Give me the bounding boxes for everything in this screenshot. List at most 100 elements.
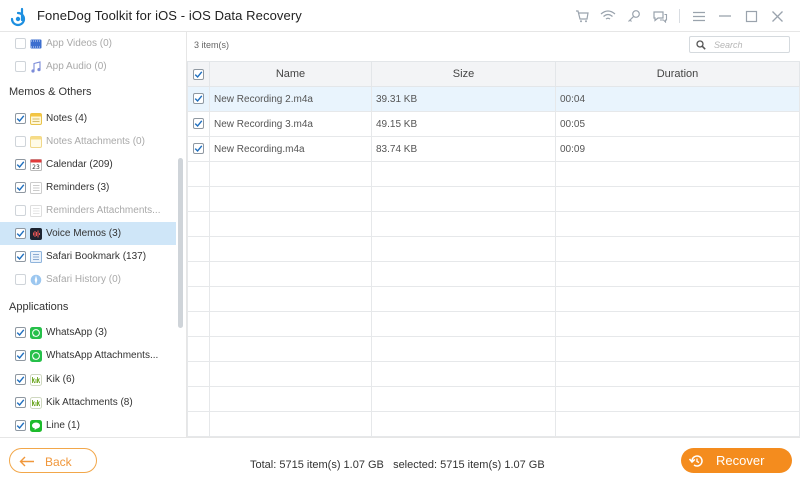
toolbar-separator bbox=[679, 9, 680, 23]
empty-cell bbox=[555, 311, 800, 337]
sidebar-item-whatsapp-attachments[interactable]: WhatsApp Attachments... bbox=[0, 344, 176, 367]
sidebar-item-line[interactable]: Line (1) bbox=[0, 414, 176, 437]
sidebar-item-safari-history[interactable]: Safari History (0) bbox=[0, 268, 176, 291]
empty-cell bbox=[555, 186, 800, 212]
kik-attachments-icon bbox=[30, 396, 42, 409]
empty-table-row bbox=[187, 286, 800, 312]
app-videos-checkbox[interactable] bbox=[15, 38, 26, 49]
line-icon bbox=[30, 419, 42, 432]
maximize-icon[interactable] bbox=[738, 6, 764, 26]
empty-rows bbox=[187, 161, 800, 437]
row-checkbox-cell bbox=[187, 86, 210, 112]
voice-memos-checkbox[interactable] bbox=[15, 228, 26, 239]
empty-cell bbox=[209, 311, 372, 337]
sidebar-item-kik-attachments[interactable]: Kik Attachments (8) bbox=[0, 391, 176, 414]
recover-button[interactable]: Recover bbox=[681, 448, 792, 473]
search-box[interactable] bbox=[689, 36, 790, 53]
sidebar-item-label: Reminders (3) bbox=[46, 182, 110, 193]
sidebar-item-label: Notes (4) bbox=[46, 113, 88, 124]
sidebar-item-notes[interactable]: Notes (4) bbox=[0, 107, 176, 130]
close-icon[interactable] bbox=[764, 6, 790, 26]
safari-history-icon bbox=[30, 274, 42, 286]
file-name-cell: New Recording.m4a bbox=[209, 136, 372, 162]
sidebar-item-reminders-attachments[interactable]: Reminders Attachments... bbox=[0, 199, 176, 222]
empty-table-row bbox=[187, 386, 800, 412]
file-duration-cell: 00:05 bbox=[555, 111, 800, 137]
key-icon[interactable] bbox=[621, 6, 647, 26]
empty-cell bbox=[371, 386, 556, 412]
column-header-size[interactable]: Size bbox=[371, 61, 556, 87]
sidebar-item-voice-memos[interactable]: Voice Memos (3) bbox=[0, 222, 176, 245]
empty-cell bbox=[209, 261, 372, 287]
empty-cell bbox=[209, 186, 372, 212]
app-audio-checkbox[interactable] bbox=[15, 61, 26, 72]
whatsapp-checkbox[interactable] bbox=[15, 327, 26, 338]
sidebar-item-label: Reminders Attachments... bbox=[46, 205, 161, 216]
safari-history-checkbox[interactable] bbox=[15, 274, 26, 285]
file-duration-cell: 00:09 bbox=[555, 136, 800, 162]
row-checkbox[interactable] bbox=[193, 118, 204, 130]
empty-cell bbox=[187, 211, 210, 237]
sidebar-item-label: WhatsApp Attachments... bbox=[46, 350, 159, 361]
empty-cell bbox=[371, 161, 556, 187]
sidebar-item-kik[interactable]: Kik (6) bbox=[0, 368, 176, 391]
row-checkbox[interactable] bbox=[193, 93, 204, 105]
chat-icon[interactable] bbox=[647, 6, 673, 26]
cart-icon[interactable] bbox=[569, 6, 595, 26]
sidebar-scrollbar-thumb[interactable] bbox=[178, 158, 183, 328]
notes-attachments-checkbox[interactable] bbox=[15, 136, 26, 147]
select-all-checkbox[interactable] bbox=[193, 68, 204, 80]
sidebar-item-notes-attachments[interactable]: Notes Attachments (0) bbox=[0, 130, 176, 153]
sidebar-item-label: Calendar (209) bbox=[46, 159, 113, 170]
row-checkbox-cell bbox=[187, 136, 210, 162]
app-audio-icon bbox=[30, 60, 42, 73]
row-checkbox[interactable] bbox=[193, 143, 204, 155]
empty-table-row bbox=[187, 411, 800, 437]
empty-table-row bbox=[187, 161, 800, 187]
safari-bookmark-checkbox[interactable] bbox=[15, 251, 26, 262]
table-row[interactable]: New Recording.m4a 83.74 KB 00:09 bbox=[187, 136, 800, 162]
whatsapp-attachments-checkbox[interactable] bbox=[15, 350, 26, 361]
fonedog-logo-icon bbox=[10, 7, 26, 27]
sidebar-item-whatsapp[interactable]: WhatsApp (3) bbox=[0, 321, 176, 344]
empty-cell bbox=[371, 236, 556, 262]
back-button[interactable]: Back bbox=[9, 448, 97, 473]
reminders-icon bbox=[30, 181, 42, 194]
search-input[interactable] bbox=[714, 39, 789, 50]
empty-cell bbox=[555, 361, 800, 387]
sidebar-item-label: Kik (6) bbox=[46, 374, 75, 385]
line-checkbox[interactable] bbox=[15, 420, 26, 431]
calendar-checkbox[interactable] bbox=[15, 159, 26, 170]
table-row[interactable]: New Recording 3.m4a 49.15 KB 00:05 bbox=[187, 111, 800, 137]
notes-checkbox[interactable] bbox=[15, 113, 26, 124]
reminders-checkbox[interactable] bbox=[15, 182, 26, 193]
kik-attachments-checkbox[interactable] bbox=[15, 397, 26, 408]
kik-checkbox[interactable] bbox=[15, 374, 26, 385]
column-header-name[interactable]: Name bbox=[209, 61, 372, 87]
sidebar-item-reminders[interactable]: Reminders (3) bbox=[0, 176, 176, 199]
table-row[interactable]: New Recording 2.m4a 39.31 KB 00:04 bbox=[187, 86, 800, 112]
file-size-cell: 49.15 KB bbox=[371, 111, 556, 137]
wifi-icon[interactable] bbox=[595, 6, 621, 26]
sidebar-item-app-videos[interactable]: App Videos (0) bbox=[0, 32, 176, 55]
sidebar-scrollbar[interactable] bbox=[176, 32, 184, 437]
select-all-header bbox=[187, 61, 210, 87]
search-icon bbox=[696, 39, 706, 50]
empty-cell bbox=[371, 361, 556, 387]
reminders-attachments-icon bbox=[30, 204, 42, 217]
empty-cell bbox=[371, 186, 556, 212]
sidebar-item-calendar[interactable]: 23 Calendar (209) bbox=[0, 153, 176, 176]
sidebar-item-safari-bookmark[interactable]: Safari Bookmark (137) bbox=[0, 245, 176, 268]
reminders-attachments-checkbox[interactable] bbox=[15, 205, 26, 216]
menu-icon[interactable] bbox=[686, 6, 712, 26]
minimize-icon[interactable] bbox=[712, 6, 738, 26]
empty-cell bbox=[187, 286, 210, 312]
empty-cell bbox=[209, 361, 372, 387]
empty-table-row bbox=[187, 186, 800, 212]
whatsapp-icon bbox=[30, 326, 42, 339]
column-header-duration[interactable]: Duration bbox=[555, 61, 800, 87]
empty-cell bbox=[555, 386, 800, 412]
item-count-label: 3 item(s) bbox=[194, 40, 230, 50]
sidebar-item-label: Line (1) bbox=[46, 420, 80, 431]
sidebar-item-app-audio[interactable]: App Audio (0) bbox=[0, 55, 176, 78]
